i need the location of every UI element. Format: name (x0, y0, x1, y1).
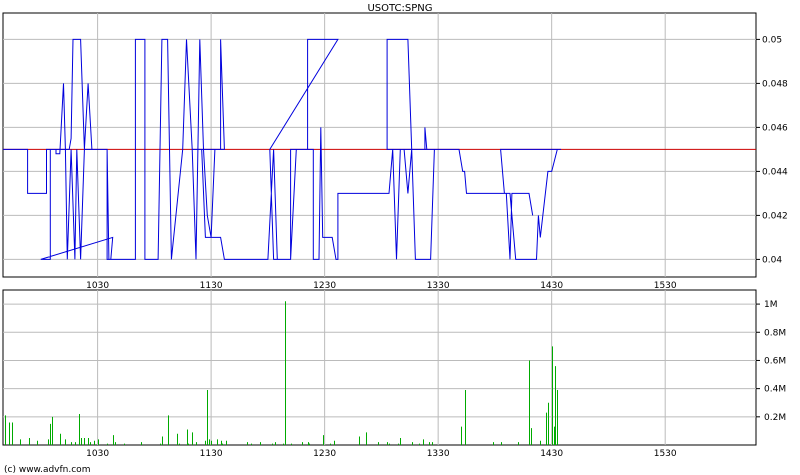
volume-x-tick-label: 1430 (540, 449, 563, 459)
price-y-tick-label: 0.044 (762, 167, 788, 177)
price-y-tick-label: 0.05 (762, 35, 782, 45)
price-y-tick-label: 0.042 (762, 211, 788, 221)
volume-y-tick-label: 0.8M (764, 328, 786, 338)
price-panel: 0.04 0.042 0.044 0.046 0.048 0.05 USOTC:SPNG (2, 3, 788, 278)
volume-y-tick-label: 0.4M (764, 385, 786, 395)
volume-x-tick-labels: 1030 1130 1230 1330 1430 1530 (86, 449, 677, 459)
copyright-credit: (c) www.advfn.com (4, 465, 90, 475)
volume-panel: 0.2M 0.4M 0.6M 0.8M 1M (2, 289, 786, 446)
price-y-tick-label: 0.046 (762, 123, 788, 133)
volume-x-tick-label: 1030 (86, 449, 109, 459)
volume-x-tick-label: 1530 (654, 449, 677, 459)
volume-y-tick-label: 0.6M (764, 356, 786, 366)
chart-title: USOTC:SPNG (367, 3, 432, 14)
price-volume-chart: 0.040.0420.0440.0460.0480.05 USOTC:SPNG … (2, 3, 788, 475)
volume-y-tick-label: 0.2M (764, 413, 786, 423)
price-panel-frame (2, 12, 757, 278)
price-y-tick-label: 0.048 (762, 79, 788, 89)
volume-y-tick-label: 1M (764, 300, 778, 310)
price-y-tick-labels: 0.04 0.042 0.044 0.046 0.048 0.05 (762, 35, 788, 265)
price-y-tick-label: 0.04 (762, 255, 782, 265)
volume-x-tick-label: 1330 (427, 449, 450, 459)
volume-x-tick-label: 1130 (200, 449, 223, 459)
volume-y-tick-labels: 0.2M 0.4M 0.6M 0.8M 1M (764, 300, 786, 423)
volume-panel-frame (2, 289, 757, 446)
volume-x-tick-label: 1230 (313, 449, 336, 459)
